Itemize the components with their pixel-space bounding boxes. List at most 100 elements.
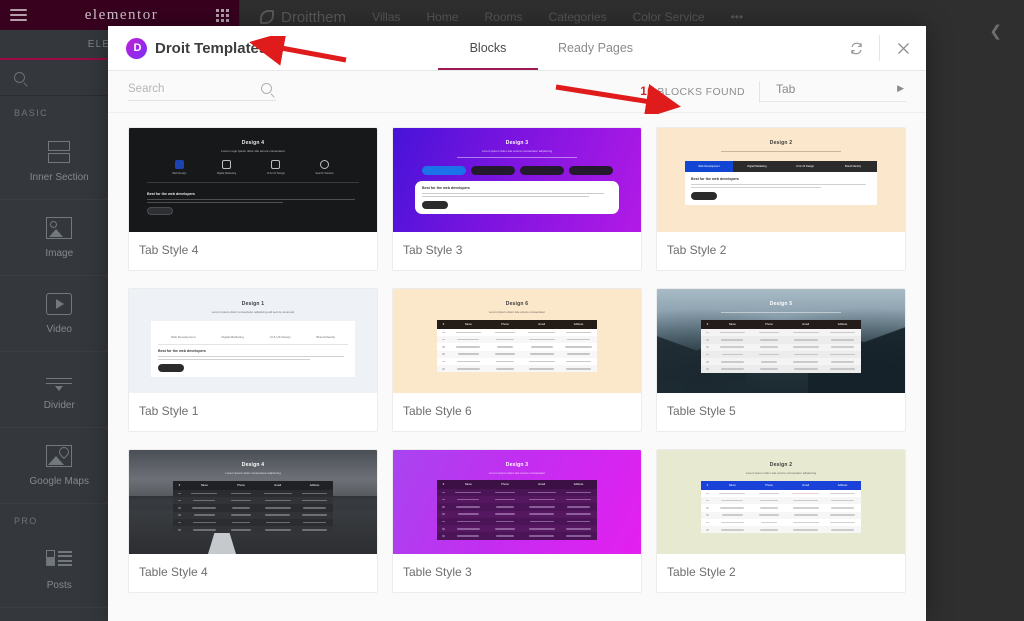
template-card[interactable]: Design 4 Lorem Logo Ipsum dolor site amo… (128, 127, 378, 271)
thumb-table-row (701, 519, 861, 526)
thumb-tab: Brand Identity (316, 334, 336, 339)
thumb-col: Phone (237, 483, 245, 487)
thumb-pill (519, 165, 564, 175)
widget-google-maps[interactable]: Google Maps (0, 428, 120, 504)
thumb-table-header: # Name Phone Email Address (701, 320, 861, 329)
thumb-table-row (701, 350, 861, 359)
thumb-subtitle: Lorem Ipsum dolor consectetur adipiscing (225, 470, 281, 475)
thumb-table-row (173, 490, 333, 497)
thumb-col: Name (728, 483, 736, 487)
thumb-col: Email (538, 482, 546, 486)
thumb-subtitle: Lorem Ipsum dolor site amore consectetur… (745, 470, 817, 475)
template-card[interactable]: Design 1 Lorem Ipsum dolor consectetur a… (128, 288, 378, 432)
thumb-icon-cell: UI & UX Design (266, 159, 285, 175)
thumb-table-header: # Name Phone Email Address (701, 480, 861, 490)
thumb-table-row (437, 350, 597, 358)
thumb-table-row (701, 336, 861, 344)
web-design-icon (174, 159, 184, 169)
template-card-label: Table Style 6 (403, 404, 472, 418)
modal-tabs: Blocks Ready Pages (438, 26, 833, 70)
thumb-col: Email (802, 483, 810, 487)
thumb-icon-label: Digital Marketing (216, 171, 237, 175)
template-card[interactable]: Design 2 Web Development Digital Marketi… (656, 127, 906, 271)
thumb-content-panel: Best for the web developers (415, 180, 619, 215)
thumb-table-header: # Name Phone Email Address (437, 319, 597, 329)
thumb-subtitle: Lorem Ipsum dolor consectetur adipiscing… (211, 309, 295, 314)
search-input[interactable] (128, 82, 238, 95)
thumb-table-row (701, 511, 861, 519)
thumb-table-header: # Name Phone Email Address (437, 479, 597, 489)
thumb-col: # (706, 483, 709, 487)
droit-templates-modal: D Droit Templates Blocks Ready Pages Sea… (108, 26, 926, 621)
video-icon (46, 292, 73, 315)
thumb-table-body (701, 489, 861, 534)
thumb-icon-cell: Search Solution (315, 159, 334, 175)
site-brand: Droitthem (260, 9, 346, 26)
widget-divider[interactable]: Divider (0, 352, 120, 428)
widget-label: Divider (43, 399, 75, 411)
ui-ux-design-icon (271, 159, 281, 169)
thumb-tab: Brand Identity (844, 165, 861, 168)
template-card-label: Table Style 2 (667, 565, 736, 579)
close-icon[interactable] (880, 26, 926, 71)
template-card[interactable]: Design 4 Lorem Ipsum dolor consectetur a… (128, 449, 378, 593)
thumb-table: # Name Phone Email Address (437, 319, 597, 373)
widget-video[interactable]: Video (0, 276, 120, 352)
thumb-button (691, 192, 717, 201)
thumb-col: Address (837, 483, 848, 487)
site-nav-item-home[interactable]: Home (427, 10, 459, 24)
thumb-pill-row (409, 165, 625, 175)
template-card[interactable]: Design 3 Lorem Ipsum dolor site amore co… (392, 449, 642, 593)
thumb-button (422, 201, 448, 210)
template-card[interactable]: Design 5 # Name Phone Email Address Tabl… (656, 288, 906, 432)
widget-label: Image (45, 247, 74, 259)
tab-ready-pages[interactable]: Ready Pages (538, 26, 653, 70)
thumb-content-panel: Best for the web developers (685, 172, 877, 206)
grid-apps-icon[interactable] (215, 8, 229, 22)
widget-label: Inner Section (29, 171, 89, 183)
thumb-col: Name (728, 323, 736, 326)
thumb-col: Email (802, 323, 810, 326)
template-card[interactable]: Design 6 Lorem Ipsum dolor site amore co… (392, 288, 642, 432)
thumb-col: Phone (501, 482, 509, 486)
template-thumbnail: Design 4 Lorem Logo Ipsum dolor site amo… (129, 128, 377, 232)
thumb-content-panel: Web Development Digital Marketing UI & U… (151, 320, 355, 378)
widget-image[interactable]: Image (0, 200, 120, 276)
thumb-table-row (437, 495, 597, 504)
category-filter-select[interactable]: Tab ▶ (760, 82, 906, 102)
thumb-col: Phone (765, 323, 773, 326)
thumb-col: Name (464, 482, 472, 486)
thumb-table-row (437, 510, 597, 518)
widget-posts[interactable]: Posts (0, 532, 120, 608)
refresh-icon[interactable] (833, 26, 879, 71)
thumb-tab: Digital Marketing (221, 334, 244, 339)
thumb-title: Design 3 (505, 140, 529, 146)
thumb-table-row (701, 365, 861, 373)
thumb-col: Name (464, 322, 472, 326)
search-field-wrapper[interactable] (128, 82, 276, 101)
modal-header: D Droit Templates Blocks Ready Pages (108, 26, 926, 71)
hamburger-menu-icon[interactable] (10, 9, 27, 21)
thumb-icon-label: UI & UX Design (266, 171, 285, 175)
share-icon[interactable]: ❮ (989, 22, 1002, 40)
site-nav-item-categories[interactable]: Categories (549, 10, 607, 24)
posts-icon (46, 549, 73, 571)
tab-blocks[interactable]: Blocks (438, 26, 538, 70)
search-icon[interactable] (261, 83, 272, 94)
site-nav-item-color-service[interactable]: Color Service (633, 10, 705, 24)
thumb-col: Address (837, 323, 848, 326)
thumb-col: # (178, 483, 181, 487)
ellipsis-icon[interactable]: ••• (731, 10, 744, 24)
site-nav-item-villas[interactable]: Villas (372, 10, 400, 24)
droit-logo-icon: D (126, 37, 147, 59)
template-thumbnail: Design 3 Lorem Ipsum dolor site amore co… (393, 128, 641, 232)
template-card[interactable]: Design 3 Lorem Ipsum dolor site amore co… (392, 127, 642, 271)
template-thumbnail: Design 5 # Name Phone Email Address (657, 289, 905, 393)
widget-inner-section[interactable]: Inner Section (0, 124, 120, 200)
thumb-table-body (437, 488, 597, 540)
modal-title: Droit Templates (155, 39, 268, 57)
template-card[interactable]: Design 2 Lorem Ipsum dolor site amore co… (656, 449, 906, 593)
thumb-table-header: # Name Phone Email Address (173, 480, 333, 490)
thumb-table-body (437, 328, 597, 373)
site-nav-item-rooms[interactable]: Rooms (485, 10, 523, 24)
